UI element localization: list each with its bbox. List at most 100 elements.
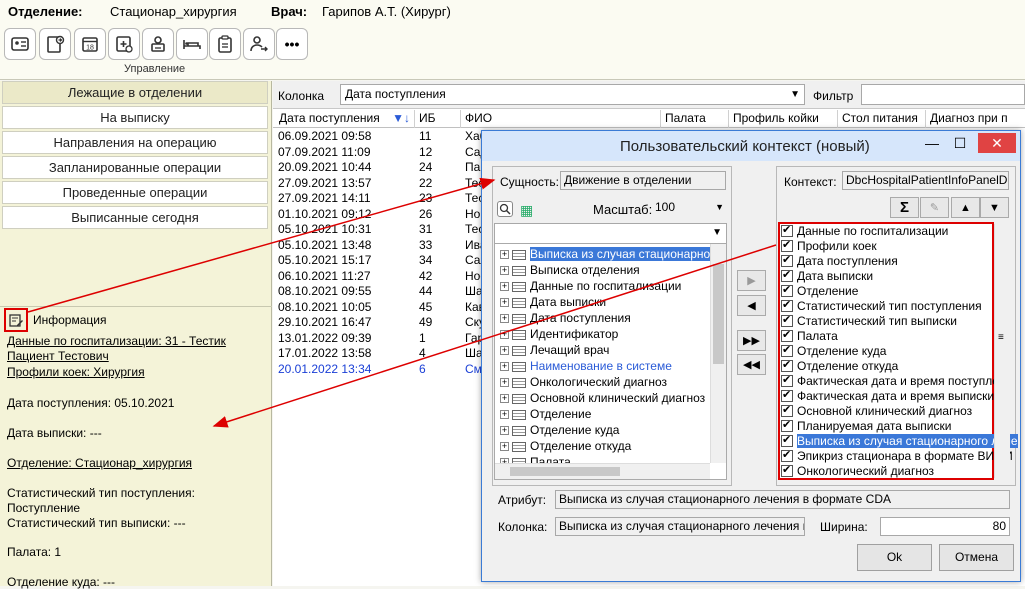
move-all-left-button[interactable]: ◀◀ [737,354,766,375]
clipboard-button[interactable] [209,28,241,60]
checkbox[interactable] [781,253,793,268]
width-field[interactable]: 80 [880,517,1010,536]
checkbox[interactable] [781,328,793,343]
cell-admission-date[interactable]: 06.09.2021 09:58 [278,129,408,144]
checkbox[interactable] [781,313,793,328]
sidebar-item-discharge[interactable]: На выписку [2,106,268,129]
patient-print-button[interactable] [142,28,174,60]
expand-icon[interactable]: + [500,346,509,356]
cell-ib[interactable]: 12 [419,145,459,160]
tree-item[interactable]: + Отделение [500,406,591,422]
cell-ib[interactable]: 31 [419,222,459,237]
cell-admission-date[interactable]: 20.09.2021 10:44 [278,160,408,175]
info-edit-button[interactable] [4,308,28,332]
cell-admission-date[interactable]: 17.01.2022 13:58 [278,346,408,361]
expand-icon[interactable]: + [500,314,509,324]
column-select[interactable]: Дата поступления ▼ [340,84,805,105]
tree-hscroll[interactable] [495,463,710,479]
tree-item[interactable]: + Наименование в системе [500,358,672,374]
col-header-diet-table[interactable]: Стол питания [838,110,926,128]
sidebar-item-discharged-today[interactable]: Выписанные сегодня [2,206,268,229]
context-attribute-item[interactable]: Отделение откуда [781,358,898,374]
col-header-admission-date[interactable]: Дата поступления ▼↓ [275,110,415,128]
sidebar-item-done-surgeries[interactable]: Проведенные операции [2,181,268,204]
checkbox[interactable] [781,268,793,283]
cell-admission-date[interactable]: 13.01.2022 09:39 [278,331,408,346]
tree-item[interactable]: + Дата выписки [500,294,606,310]
column-name-field[interactable]: Выписка из случая стационарного лечения … [555,517,805,536]
cell-admission-date[interactable]: 07.09.2021 11:09 [278,145,408,160]
cell-ib[interactable]: 22 [419,176,459,191]
cell-admission-date[interactable]: 27.09.2021 13:57 [278,176,408,191]
cell-ib[interactable]: 23 [419,191,459,206]
col-header-diagnosis[interactable]: Диагноз при п [926,110,1025,128]
cell-admission-date[interactable]: 08.10.2021 10:05 [278,300,408,315]
expand-icon[interactable]: + [500,378,509,388]
tree-item[interactable]: + Данные по госпитализации [500,278,681,294]
cell-admission-date[interactable]: 29.10.2021 16:47 [278,315,408,330]
tree-item[interactable]: + Выписка из случая стационарного [500,246,721,262]
close-button[interactable]: ✕ [978,133,1016,153]
expand-icon[interactable]: + [500,282,509,292]
checkbox[interactable] [781,463,793,478]
cell-ib[interactable]: 42 [419,269,459,284]
tree-item[interactable]: + Выписка отделения [500,262,640,278]
expand-icon[interactable]: + [500,442,509,452]
col-header-fio[interactable]: ФИО [461,110,661,128]
sum-button[interactable]: Σ [890,197,919,218]
move-all-right-button[interactable]: ▶▶ [737,330,766,351]
context-attribute-item[interactable]: Основной клинический диагноз [781,403,972,419]
context-vscroll[interactable]: ≡ [994,224,1010,478]
sidebar-item-surgery-referrals[interactable]: Направления на операцию [2,131,268,154]
cell-admission-date[interactable]: 01.10.2021 09:12 [278,207,408,222]
edit-button[interactable]: ✎ [920,197,949,218]
sidebar-item-planned-surgeries[interactable]: Запланированные операции [2,156,268,179]
cancel-button[interactable]: Отмена [939,544,1014,571]
tree-vscroll[interactable] [710,244,726,463]
maximize-button[interactable]: ☐ [946,133,974,153]
cell-admission-date[interactable]: 27.09.2021 14:11 [278,191,408,206]
context-attribute-item[interactable]: Отделение куда [781,343,886,359]
checkbox[interactable] [781,343,793,358]
cell-ib[interactable]: 4 [419,346,459,361]
tree-item[interactable]: + Онкологический диагноз [500,374,667,390]
context-attribute-item[interactable]: Фактическая дата и время выписки [781,388,994,404]
expand-icon[interactable]: + [500,266,509,276]
cell-admission-date[interactable]: 05.10.2021 10:31 [278,222,408,237]
tree-item[interactable]: + Лечащий врач [500,342,609,358]
context-attribute-item[interactable]: Дата поступления [781,253,898,269]
cell-ib[interactable]: 26 [419,207,459,222]
expand-icon[interactable]: + [500,330,509,340]
col-header-ward[interactable]: Палата [661,110,729,128]
checkbox[interactable] [781,433,793,448]
checkbox[interactable] [781,373,793,388]
cell-admission-date[interactable]: 20.01.2022 13:34 [278,362,408,377]
move-up-button[interactable]: ▲ [951,197,980,218]
context-attribute-item[interactable]: Фактическая дата и время поступлен [781,373,1006,389]
col-header-ib[interactable]: ИБ [415,110,461,128]
tree-item[interactable]: + Основной клинический диагноз [500,390,705,406]
person-out-button[interactable] [243,28,275,60]
info-hospitalization[interactable]: Данные по госпитализации: 31 - Тестик [7,334,226,348]
cell-ib[interactable]: 49 [419,315,459,330]
cell-admission-date[interactable]: 08.10.2021 09:55 [278,284,408,299]
context-attribute-item[interactable]: Статистический тип поступления [781,298,982,314]
context-attribute-item[interactable]: Выписка из случая стационарного лече [781,433,1018,449]
context-attribute-item[interactable]: Планируемая дата выписки [781,418,951,434]
scale-select[interactable]: 100 ▼ [652,199,726,218]
context-attribute-item[interactable]: Статистический тип выписки [781,313,957,329]
checkbox[interactable] [781,418,793,433]
expand-icon[interactable]: + [500,426,509,436]
cell-ib[interactable]: 44 [419,284,459,299]
cell-admission-date[interactable]: 06.10.2021 11:27 [278,269,408,284]
medkit-button[interactable] [108,28,140,60]
tree-item[interactable]: + Дата поступления [500,310,631,326]
expand-icon[interactable]: + [500,298,509,308]
move-left-button[interactable]: ◀ [737,295,766,316]
attribute-search-select[interactable]: ▼ [494,223,727,244]
checkbox[interactable] [781,283,793,298]
tree-item[interactable]: + Отделение откуда [500,438,631,454]
checkbox[interactable] [781,358,793,373]
cell-ib[interactable]: 1 [419,331,459,346]
expand-icon[interactable]: + [500,362,509,372]
